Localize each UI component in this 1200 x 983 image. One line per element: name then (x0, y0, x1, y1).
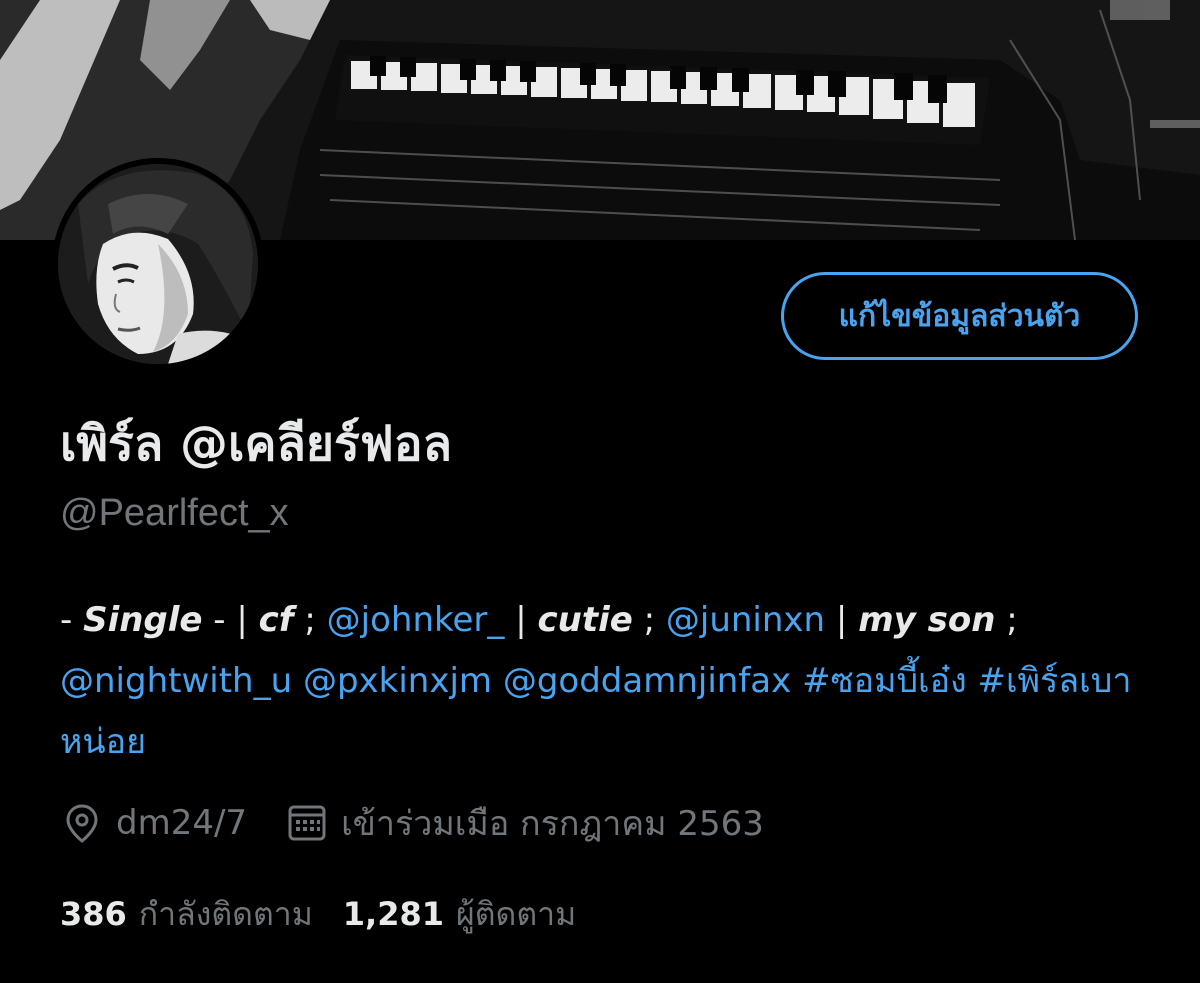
mention-link[interactable]: @juninxn (666, 600, 825, 640)
hashtag-link[interactable]: #ซอมบี้เอ๋ง (802, 661, 967, 701)
following-count: 386 (60, 895, 127, 933)
avatar[interactable] (52, 158, 264, 370)
edit-profile-button[interactable]: แก้ไขข้อมูลส่วนตัว (781, 272, 1138, 360)
mention-link[interactable]: @goddamnjinfax (503, 661, 791, 701)
profile-page: แก้ไขข้อมูลส่วนตัว เพิร์ล @เคลียร์ฟอล @P… (0, 0, 1200, 983)
username-handle: @Pearlfect_x (60, 492, 289, 534)
followers-label: ผู้ติดตาม (456, 894, 577, 933)
avatar-image (58, 164, 258, 364)
bio-text: ; (293, 600, 327, 640)
following-label: กำลังติดตาม (138, 894, 313, 933)
calendar-icon (285, 801, 329, 845)
bio-text: my son (858, 600, 996, 640)
mention-link[interactable]: @nightwith_u (60, 661, 292, 701)
following-link[interactable]: 386 กำลังติดตาม (60, 889, 313, 940)
followers-count: 1,281 (342, 895, 444, 933)
location-pin-icon (60, 801, 104, 845)
bio-text: | (504, 600, 538, 640)
display-name: เพิร์ล @เคลียร์ฟอล (60, 416, 453, 472)
bio-text: ; (632, 600, 666, 640)
location-text: dm24/7 (116, 803, 248, 843)
bio-text: - | (202, 600, 259, 640)
bio-text: | (825, 600, 859, 640)
bio-text: Single (83, 600, 203, 640)
profile-bio: - Single - | cf ; @johnker_ | cutie ; @j… (60, 590, 1160, 773)
profile-meta: dm24/7 เข้าร่วมเมือ กรกฎาคม 2563 (60, 800, 764, 846)
followers-link[interactable]: 1,281 ผู้ติดตาม (343, 889, 576, 940)
mention-link[interactable]: @johnker_ (327, 600, 505, 640)
bio-text: ; (995, 600, 1018, 640)
bio-text: - (60, 600, 84, 640)
bio-text: cutie (537, 600, 633, 640)
bio-text: cf (258, 600, 294, 640)
mention-link[interactable]: @pxkinxjm (303, 661, 492, 701)
join-date-text: เข้าร่วมเมือ กรกฎาคม 2563 (341, 804, 764, 844)
follow-stats: 386 กำลังติดตาม 1,281 ผู้ติดตาม (60, 890, 576, 938)
